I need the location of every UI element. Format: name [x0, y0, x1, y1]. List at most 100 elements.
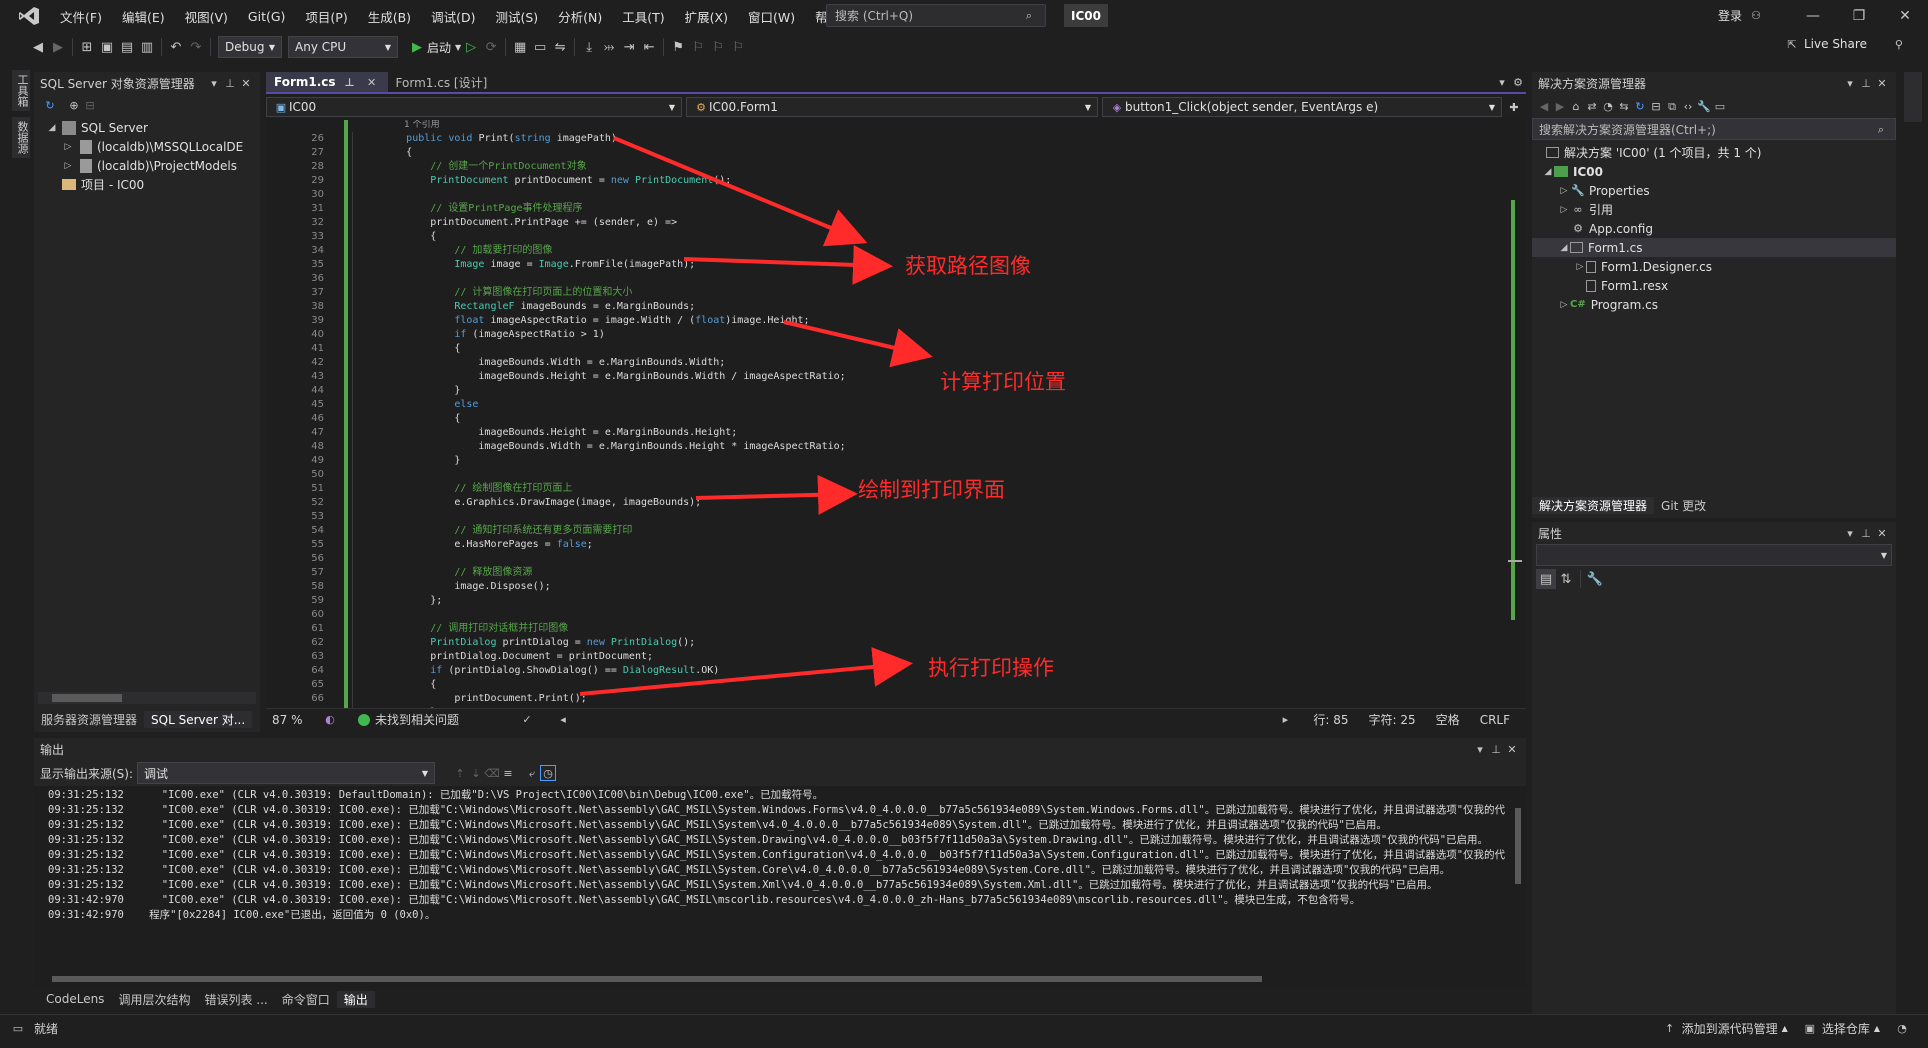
- csharp-project-icon: [1554, 166, 1568, 177]
- tree-item[interactable]: ▷ C# Program.cs: [1532, 295, 1896, 314]
- output-line: 09:31:25:132 "IC00.exe" (CLR v4.0.30319:…: [48, 819, 1387, 831]
- tab-command-window[interactable]: 命令窗口: [275, 991, 337, 1008]
- solution-search-input[interactable]: 搜索解决方案资源管理器(Ctrl+;) ⌕: [1532, 118, 1896, 140]
- preview-icon[interactable]: ▭: [1712, 98, 1728, 114]
- tab-solution-explorer[interactable]: 解决方案资源管理器: [1532, 496, 1655, 514]
- output-line: 09:31:42:970 "IC00.exe" (CLR v4.0.30319:…: [48, 894, 1361, 906]
- tree-item[interactable]: Form1.resx: [1532, 276, 1896, 295]
- solution-explorer: 解决方案资源管理器 ▾ ⊥ ✕ ◀ ▶ ⌂ ⇄ ◔ ⇆ ↻ ⊟ ⧉ ‹› 🔧 ▭…: [1532, 72, 1896, 518]
- annotation-arrow: [683, 244, 893, 285]
- output-toolbar: 显示输出来源(S): 调试 ▼ ⇡ ⇣ ⌫ ≡ ⤶ ◷: [34, 760, 1526, 786]
- output-line: 09:31:42:970 程序"[0x2284] IC00.exe"已退出，返回…: [48, 909, 436, 921]
- output-horizontal-scrollbar[interactable]: [38, 974, 1508, 984]
- scrollbar-thumb[interactable]: [52, 976, 1262, 982]
- timestamp-icon[interactable]: ◷: [540, 765, 557, 781]
- scrollbar-thumb[interactable]: [1515, 808, 1521, 884]
- config-file-icon: ⚙: [1573, 222, 1583, 235]
- panel-title: 解决方案资源管理器: [1538, 76, 1647, 91]
- tree-item[interactable]: ◢ IC00: [1532, 162, 1896, 181]
- object-selector-dropdown[interactable]: ▼: [1536, 544, 1892, 566]
- tree-label: Form1.cs: [1588, 240, 1643, 255]
- output-bottom-tabs: CodeLens 调用层次结构 错误列表 ... 命令窗口 输出: [34, 988, 1526, 1010]
- tree-label: 引用: [1589, 203, 1614, 217]
- notification-icon[interactable]: ▭: [10, 1021, 26, 1037]
- tree-label: Program.cs: [1590, 297, 1659, 312]
- pin-icon[interactable]: ⊥: [1858, 75, 1874, 91]
- select-repository[interactable]: 选择仓库: [1822, 1020, 1870, 1037]
- tree-item[interactable]: 解决方案 'IC00' (1 个项目，共 1 个): [1532, 143, 1896, 162]
- tree-label: Form1.Designer.cs: [1601, 259, 1712, 274]
- clear-all-icon[interactable]: ⌫: [484, 765, 500, 781]
- wrench-icon: 🔧: [1571, 184, 1585, 197]
- caret-expanded-icon[interactable]: ◢: [1558, 243, 1570, 253]
- tab-git-changes[interactable]: Git 更改: [1654, 497, 1713, 514]
- tree-item[interactable]: ▷ 🔧 Properties: [1532, 181, 1896, 200]
- view-code-icon[interactable]: ‹›: [1680, 98, 1696, 114]
- refresh-icon[interactable]: ↻: [1632, 98, 1648, 114]
- categorized-icon[interactable]: ▤: [1536, 569, 1556, 589]
- caret-collapsed-icon[interactable]: ▷: [1558, 300, 1570, 310]
- show-all-files-icon[interactable]: ⧉: [1664, 98, 1680, 114]
- properties-panel: 属性 ▾ ⊥ ✕ ▼ ▤ ⇅ 🔧: [1532, 522, 1896, 1036]
- tree-label: 解决方案 'IC00' (1 个项目，共 1 个): [1564, 146, 1762, 160]
- clear-output-icon[interactable]: ≡: [500, 765, 516, 781]
- word-wrap-icon[interactable]: ⤶: [524, 765, 540, 781]
- caret-expanded-icon[interactable]: ◢: [1542, 167, 1554, 177]
- tab-error-list[interactable]: 错误列表 ...: [197, 991, 274, 1008]
- caret-collapsed-icon[interactable]: ▷: [1574, 262, 1586, 272]
- close-icon[interactable]: ✕: [1504, 741, 1520, 757]
- tree-item[interactable]: ▷ Form1.Designer.cs: [1532, 257, 1896, 276]
- annotation-arrow: [695, 474, 858, 515]
- properties-wrench-icon[interactable]: 🔧: [1696, 98, 1712, 114]
- close-icon[interactable]: ✕: [1874, 525, 1890, 541]
- pin-icon[interactable]: ⊥: [1488, 741, 1504, 757]
- output-line: 09:31:25:132 "IC00.exe" (CLR v4.0.30319:…: [48, 879, 1438, 891]
- output-line: 09:31:25:132 "IC00.exe" (CLR v4.0.30319:…: [48, 804, 1506, 816]
- property-pages-icon[interactable]: 🔧: [1585, 569, 1605, 589]
- output-text[interactable]: 09:31:25:132 "IC00.exe" (CLR v4.0.30319:…: [48, 788, 1505, 923]
- chevron-down-icon[interactable]: ▾: [1842, 525, 1858, 541]
- switch-views-icon[interactable]: ⇄: [1584, 98, 1600, 114]
- output-source-value: 调试: [144, 766, 169, 781]
- output-source-label: 显示输出来源(S):: [40, 766, 134, 781]
- pin-icon[interactable]: ⊥: [1858, 525, 1874, 541]
- tab-output[interactable]: 输出: [336, 990, 375, 1008]
- output-vertical-scrollbar[interactable]: [1512, 788, 1524, 984]
- search-icon: ⌕: [1877, 122, 1885, 136]
- caret-collapsed-icon[interactable]: ▷: [1558, 205, 1570, 215]
- sync-icon[interactable]: ⇆: [1616, 98, 1632, 114]
- tree-item[interactable]: ▷ ∞ 引用: [1532, 200, 1896, 219]
- close-icon[interactable]: ✕: [1874, 75, 1890, 91]
- output-line: 09:31:25:132 "IC00.exe" (CLR v4.0.30319:…: [48, 849, 1506, 861]
- forward-icon[interactable]: ▶: [1552, 98, 1568, 114]
- right-tool-tab[interactable]: [1904, 72, 1922, 122]
- output-panel: 输出 ▾ ⊥ ✕ 显示输出来源(S): 调试 ▼ ⇡ ⇣ ⌫ ≡ ⤶ ◷ 09:…: [34, 738, 1526, 1010]
- next-message-icon[interactable]: ⇣: [468, 765, 484, 781]
- chevron-up-icon: ▲: [1781, 1024, 1788, 1033]
- annotation-load-image: 获取路径图像: [905, 254, 1031, 278]
- output-source-dropdown[interactable]: 调试 ▼: [137, 762, 436, 784]
- pending-changes-icon[interactable]: ◔: [1600, 98, 1616, 114]
- tree-item-selected[interactable]: ◢ Form1.cs: [1532, 238, 1896, 257]
- status-bar: ▭ 就绪 ↑ 添加到源代码管理 ▲ ▣ 选择仓库 ▲ ◔: [0, 1014, 1928, 1042]
- annotation-arrow: [579, 647, 913, 696]
- tab-codelens[interactable]: CodeLens: [34, 992, 111, 1006]
- chevron-down-icon[interactable]: ▾: [1472, 741, 1488, 757]
- add-to-source-control[interactable]: 添加到源代码管理: [1682, 1020, 1778, 1037]
- repository-icon: ▣: [1804, 1022, 1816, 1035]
- caret-collapsed-icon[interactable]: ▷: [1558, 186, 1570, 196]
- tree-label: App.config: [1589, 221, 1653, 236]
- tab-call-hierarchy[interactable]: 调用层次结构: [111, 991, 197, 1008]
- collapse-all-icon[interactable]: ⊟: [1648, 98, 1664, 114]
- file-icon: [1586, 279, 1596, 292]
- output-line: 09:31:25:132 "IC00.exe" (CLR v4.0.30319:…: [48, 864, 1451, 876]
- form-icon: [1570, 242, 1583, 253]
- back-icon[interactable]: ◀: [1536, 98, 1552, 114]
- prev-message-icon[interactable]: ⇡: [452, 765, 468, 781]
- bell-icon[interactable]: ◔: [1894, 1021, 1910, 1037]
- chevron-down-icon[interactable]: ▾: [1842, 75, 1858, 91]
- alphabetical-icon[interactable]: ⇅: [1556, 569, 1576, 589]
- tree-item[interactable]: ⚙ App.config: [1532, 219, 1896, 238]
- right-edge: [1900, 62, 1928, 1040]
- home-icon[interactable]: ⌂: [1568, 98, 1584, 114]
